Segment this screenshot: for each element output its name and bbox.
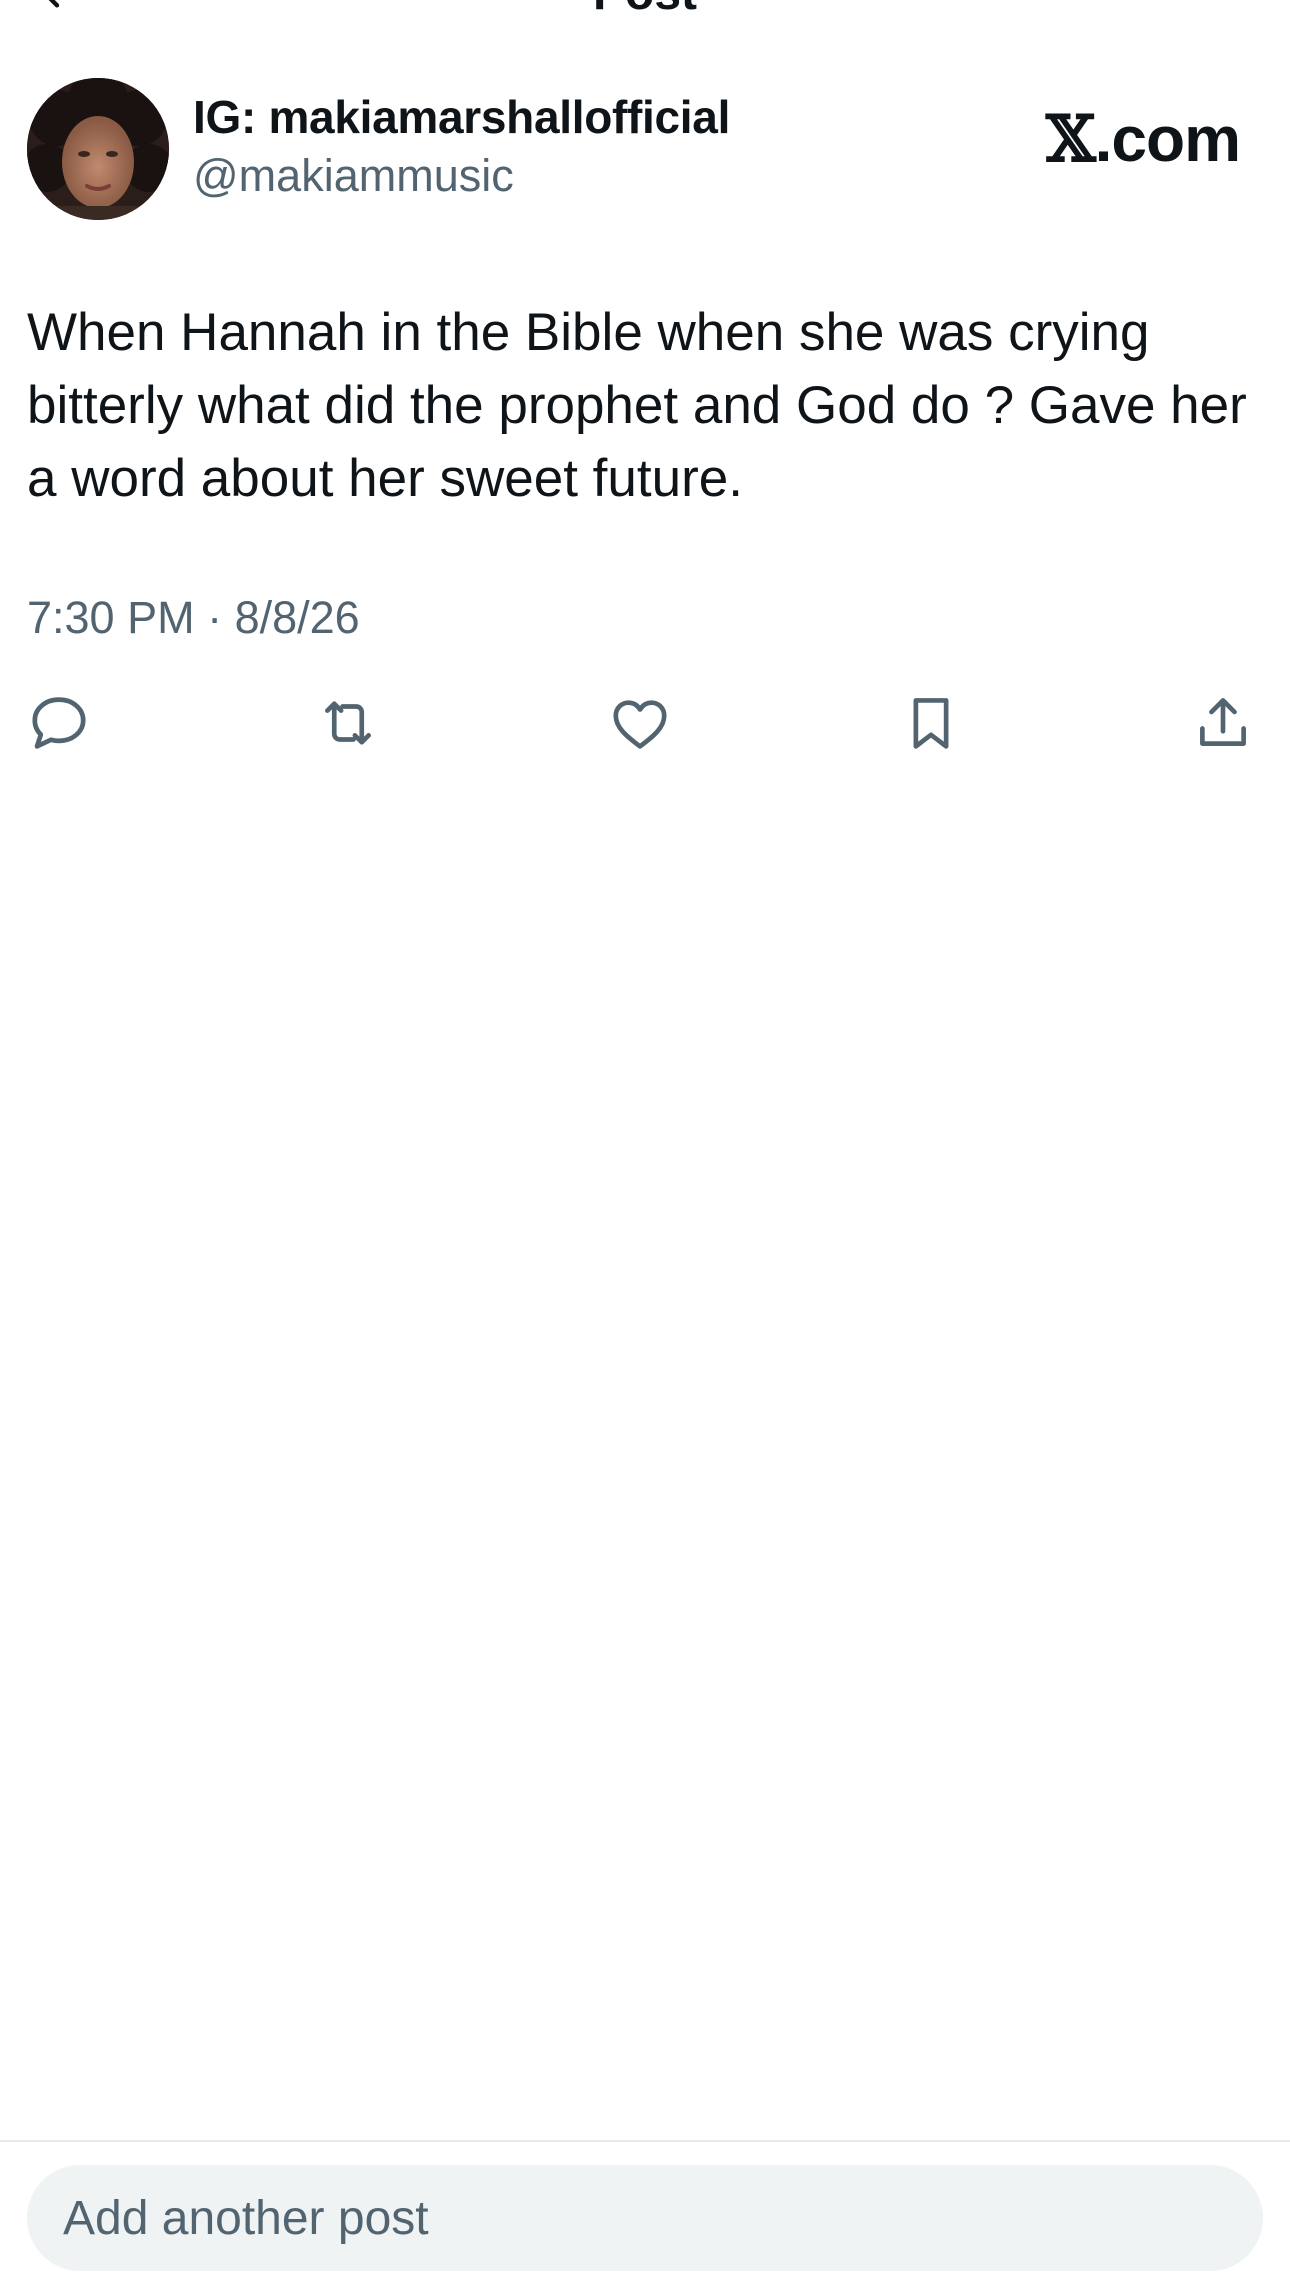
author-handle[interactable]: @makiammusic — [193, 150, 514, 202]
x-logo-icon: 𝕏 — [1045, 102, 1096, 177]
author-display-name[interactable]: IG: makiamarshallofficial — [193, 90, 730, 144]
add-another-post-bar[interactable] — [27, 2165, 1263, 2271]
reply-icon — [26, 690, 92, 761]
page-title: Post — [0, 0, 1290, 16]
brand-suffix: .com — [1094, 103, 1241, 175]
repost-icon — [315, 690, 381, 761]
add-another-post-input[interactable] — [27, 2165, 1263, 2271]
avatar[interactable] — [27, 78, 169, 220]
top-bar: Post — [0, 0, 1290, 16]
x-com-watermark: 𝕏 .com — [1045, 102, 1241, 177]
share-button[interactable] — [1186, 688, 1260, 762]
post-action-bar — [0, 688, 1290, 762]
reply-button[interactable] — [22, 688, 96, 762]
post-timestamp[interactable]: 7:30 PM · 8/8/26 — [27, 592, 360, 644]
bookmark-icon — [898, 690, 964, 761]
like-button[interactable] — [603, 688, 677, 762]
post-text: When Hannah in the Bible when she was cr… — [27, 303, 1247, 508]
like-icon — [607, 690, 673, 761]
repost-button[interactable] — [311, 688, 385, 762]
divider — [0, 2140, 1290, 2142]
bookmark-button[interactable] — [894, 688, 968, 762]
share-icon — [1190, 690, 1256, 761]
